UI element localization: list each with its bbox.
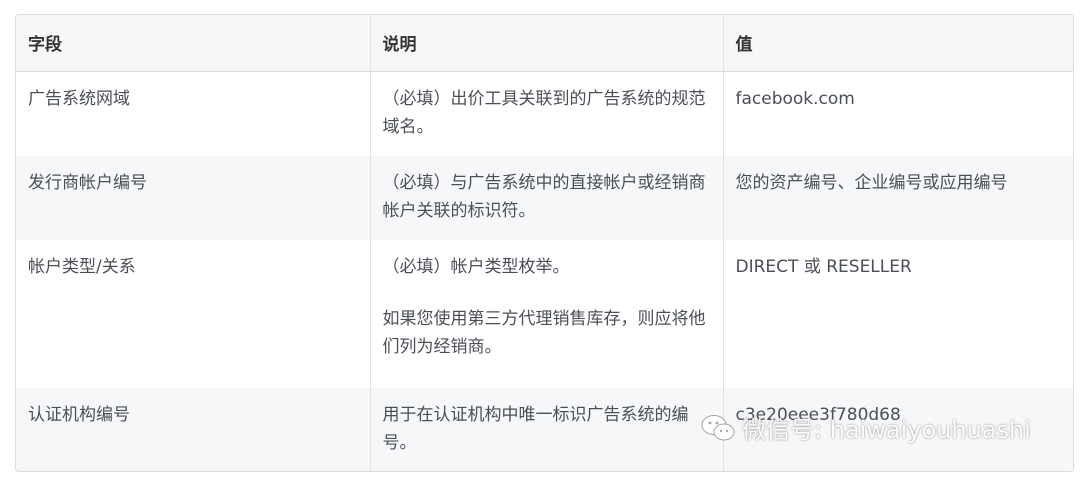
description-text: （必填）与广告系统中的直接帐户或经销商帐户关联的标识符。 xyxy=(382,173,706,221)
table-row: 发行商帐户编号 （必填）与广告系统中的直接帐户或经销商帐户关联的标识符。 您的资… xyxy=(16,156,1073,240)
table-row: 认证机构编号 用于在认证机构中唯一标识广告系统的编号。 c3e20eee3f78… xyxy=(16,388,1073,471)
column-header-field: 字段 xyxy=(16,15,370,72)
description-cell: 用于在认证机构中唯一标识广告系统的编号。 xyxy=(369,388,723,471)
value-cell: c3e20eee3f780d68 xyxy=(722,388,1073,471)
field-cell: 发行商帐户编号 xyxy=(16,156,370,240)
description-text: （必填）帐户类型枚举。 xyxy=(382,257,570,277)
fields-table: 字段 说明 值 广告系统网域 （必填）出价工具关联到的广告系统的规范域名。 fa… xyxy=(16,15,1073,471)
column-header-value: 值 xyxy=(722,15,1073,72)
description-text: （必填）出价工具关联到的广告系统的规范域名。 xyxy=(382,88,706,137)
fields-table-container: 字段 说明 值 广告系统网域 （必填）出价工具关联到的广告系统的规范域名。 fa… xyxy=(15,14,1074,472)
value-cell: DIRECT 或 RESELLER xyxy=(722,240,1073,388)
description-text: 如果您使用第三方代理销售库存，则应将他们列为经销商。 xyxy=(382,309,706,357)
value-cell: facebook.com xyxy=(722,71,1073,156)
table-row: 广告系统网域 （必填）出价工具关联到的广告系统的规范域名。 facebook.c… xyxy=(16,71,1073,156)
table-row: 帐户类型/关系 （必填）帐户类型枚举。 如果您使用第三方代理销售库存，则应将他们… xyxy=(16,240,1073,388)
table-header-row: 字段 说明 值 xyxy=(16,15,1073,72)
column-header-description: 说明 xyxy=(369,15,723,72)
description-cell: （必填）帐户类型枚举。 如果您使用第三方代理销售库存，则应将他们列为经销商。 xyxy=(369,240,723,388)
description-cell: （必填）与广告系统中的直接帐户或经销商帐户关联的标识符。 xyxy=(369,156,723,240)
field-cell: 认证机构编号 xyxy=(16,388,370,471)
description-text: 用于在认证机构中唯一标识广告系统的编号。 xyxy=(382,405,689,453)
field-cell: 帐户类型/关系 xyxy=(28,257,136,277)
description-cell: （必填）出价工具关联到的广告系统的规范域名。 xyxy=(369,71,723,156)
value-cell: 您的资产编号、企业编号或应用编号 xyxy=(722,156,1073,240)
field-cell: 广告系统网域 xyxy=(28,88,130,109)
